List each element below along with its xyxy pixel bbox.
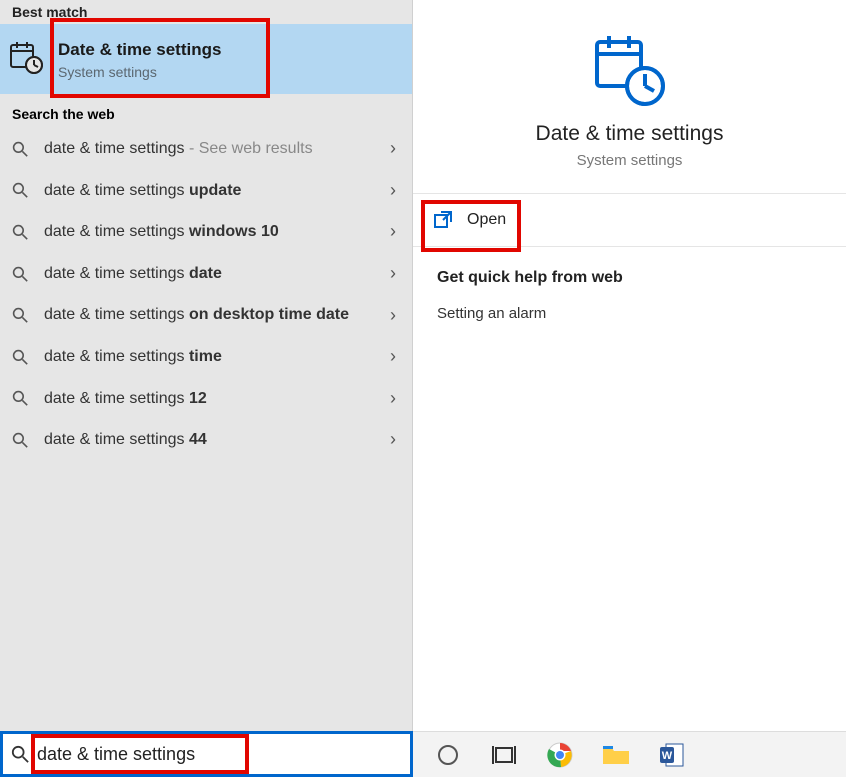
svg-text:W: W <box>662 750 673 762</box>
web-result-item[interactable]: date & time settings windows 10 › <box>0 211 412 253</box>
chevron-right-icon: › <box>390 346 402 367</box>
search-results-pane: Best match Date & time settings System s… <box>0 0 413 731</box>
preview-title: Date & time settings <box>536 122 724 146</box>
chevron-right-icon: › <box>390 138 402 159</box>
search-icon <box>10 266 30 282</box>
chevron-right-icon: › <box>390 429 402 450</box>
search-icon <box>10 224 30 240</box>
chevron-right-icon: › <box>390 388 402 409</box>
search-icon <box>10 349 30 365</box>
web-result-item[interactable]: date & time settings 44 › <box>0 419 412 461</box>
best-match-header: Best match <box>0 0 412 24</box>
file-explorer-icon[interactable] <box>599 738 633 772</box>
preview-hero: Date & time settings System settings <box>413 0 846 193</box>
best-match-text: Date & time settings System settings <box>58 38 221 80</box>
web-result-text: date & time settings on desktop time dat… <box>44 304 376 326</box>
preview-subtitle: System settings <box>577 152 683 169</box>
best-match-subtitle: System settings <box>58 64 221 80</box>
chevron-right-icon: › <box>390 305 402 326</box>
date-time-icon <box>8 38 46 76</box>
chrome-icon[interactable] <box>543 738 577 772</box>
web-result-text: date & time settings time <box>44 346 376 368</box>
web-result-text: date & time settings 12 <box>44 388 376 410</box>
open-icon <box>433 210 453 230</box>
chevron-right-icon: › <box>390 221 402 242</box>
quick-help-section: Get quick help from web Setting an alarm <box>413 247 846 330</box>
search-icon <box>10 390 30 406</box>
web-result-text: date & time settings date <box>44 263 376 285</box>
web-result-text: date & time settings 44 <box>44 429 376 451</box>
search-icon <box>11 745 29 763</box>
web-result-text: date & time settings update <box>44 180 376 202</box>
quick-help-link[interactable]: Setting an alarm <box>437 305 822 322</box>
open-button[interactable]: Open <box>413 194 846 246</box>
best-match-result[interactable]: Date & time settings System settings <box>0 24 412 94</box>
search-web-header: Search the web <box>0 94 412 128</box>
search-icon <box>10 182 30 198</box>
task-view-icon[interactable] <box>487 738 521 772</box>
web-result-item[interactable]: date & time settings time › <box>0 336 412 378</box>
best-match-title: Date & time settings <box>58 40 221 60</box>
search-icon <box>10 432 30 448</box>
search-input[interactable] <box>37 744 410 765</box>
web-results-list: date & time settings - See web results›d… <box>0 128 412 461</box>
chevron-right-icon: › <box>390 180 402 201</box>
taskbar-row: W <box>0 731 846 777</box>
web-result-text: date & time settings - See web results <box>44 138 376 160</box>
taskbar: W <box>413 731 846 777</box>
word-icon[interactable]: W <box>655 738 689 772</box>
search-field[interactable] <box>0 731 413 777</box>
cortana-icon[interactable] <box>431 738 465 772</box>
web-result-item[interactable]: date & time settings date › <box>0 253 412 295</box>
quick-help-header: Get quick help from web <box>437 269 822 287</box>
web-result-text: date & time settings windows 10 <box>44 221 376 243</box>
web-result-item[interactable]: date & time settings 12 › <box>0 378 412 420</box>
open-label: Open <box>467 211 506 229</box>
search-icon <box>10 141 30 157</box>
web-result-item[interactable]: date & time settings on desktop time dat… <box>0 294 412 336</box>
chevron-right-icon: › <box>390 263 402 284</box>
search-icon <box>10 307 30 323</box>
preview-pane: Date & time settings System settings Ope… <box>413 0 846 731</box>
web-result-item[interactable]: date & time settings update › <box>0 170 412 212</box>
web-result-item[interactable]: date & time settings - See web results › <box>0 128 412 170</box>
preview-actions: Open <box>413 193 846 247</box>
date-time-icon <box>591 30 669 108</box>
